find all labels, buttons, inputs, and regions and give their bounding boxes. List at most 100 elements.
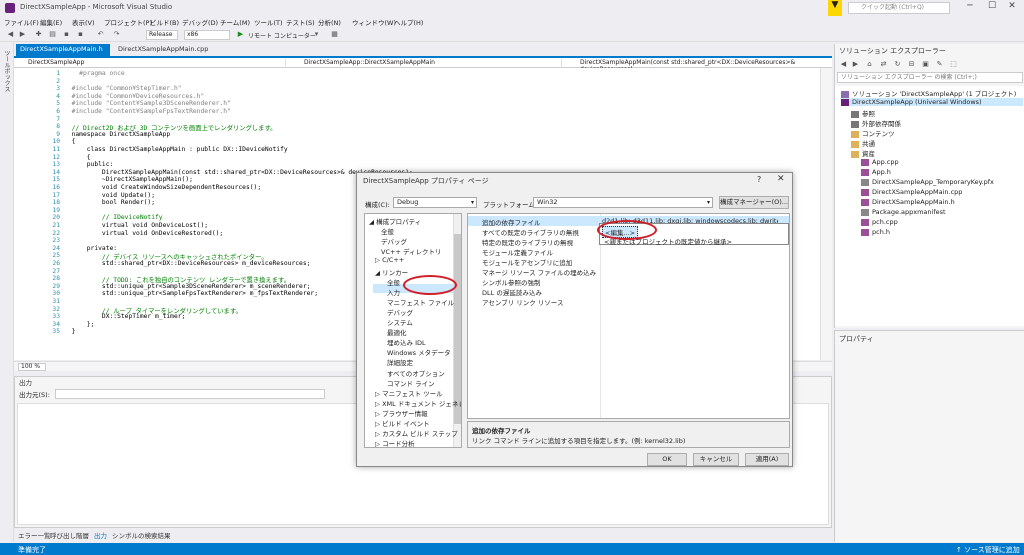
code-line[interactable]: public: — [64, 161, 114, 168]
tab-output[interactable]: 出力 — [94, 530, 107, 540]
property-row[interactable]: シンボル参照の強制 — [468, 276, 789, 287]
close-button[interactable]: ✕ — [998, 1, 1024, 15]
tree-item-file[interactable]: pch.cpp — [861, 218, 898, 226]
tree-item-common[interactable]: 共通 — [851, 138, 875, 148]
property-row[interactable]: アセンブリ リンク リソース — [468, 296, 789, 307]
property-tree-item[interactable]: ▷ カスタム ビルド ステップ — [375, 428, 458, 438]
dialog-close-button[interactable]: ✕ — [777, 174, 785, 184]
property-tree-item[interactable]: ▷ ビルド イベント — [375, 418, 430, 428]
solution-search-input[interactable]: ソリューション エクスプローラー の検索 (Ctrl+;) — [837, 72, 1023, 83]
menu-window[interactable]: ウィンドウ(W) — [352, 17, 396, 27]
code-line[interactable]: { — [64, 138, 76, 145]
tree-scroll-thumb[interactable] — [454, 234, 461, 424]
property-row[interactable]: モジュールをアセンブリに追加 — [468, 256, 789, 267]
code-line[interactable]: void CreateWindowSizeDependentResources(… — [64, 184, 261, 191]
property-tree-item[interactable]: ▷ コード分析 — [375, 438, 415, 447]
property-tree-item[interactable]: 全般 — [387, 277, 400, 287]
code-line[interactable]: std::shared_ptr<DX::DeviceResources> m_d… — [64, 260, 311, 267]
menu-help[interactable]: ヘルプ(H) — [394, 17, 423, 27]
nav-project[interactable]: DirectXSampleApp — [14, 59, 286, 68]
code-line[interactable]: }; — [64, 321, 95, 328]
platform-select[interactable]: x86 — [184, 30, 230, 40]
tree-item-file[interactable]: DirectXSampleAppMain.cpp — [861, 188, 962, 196]
property-tree-item[interactable]: ▷ マニフェスト ツール — [375, 388, 443, 398]
menu-edit[interactable]: 編集(E) — [40, 17, 62, 27]
open-icon[interactable]: ▤ — [48, 30, 57, 39]
property-row[interactable]: マネージ リソース ファイルの埋め込み — [468, 266, 789, 277]
code-line[interactable]: void Update(); — [64, 192, 155, 199]
new-project-icon[interactable]: ✚ — [34, 30, 43, 39]
start-debug-icon[interactable]: ▶ — [236, 30, 245, 39]
tree-item-external[interactable]: 外部依存関係 — [851, 118, 901, 128]
property-tree-item[interactable]: ▷ C/C++ — [375, 256, 404, 264]
property-tree-item[interactable]: ▷ XML ドキュメント ジェネレー — [375, 398, 461, 408]
property-tree-item[interactable]: デバッグ — [381, 236, 407, 246]
configuration-select[interactable]: Release — [146, 30, 178, 40]
property-tree-item[interactable]: マニフェスト ファイル — [387, 297, 454, 307]
property-tree-item[interactable]: 最適化 — [387, 327, 407, 337]
property-row[interactable]: モジュール定義ファイル — [468, 246, 789, 257]
property-tree-item[interactable]: 埋め込み IDL — [387, 337, 426, 347]
nav-member[interactable]: DirectXSampleAppMain(const std::shared_p… — [566, 59, 830, 73]
tree-item-file[interactable]: DirectXSampleApp_TemporaryKey.pfx — [861, 178, 994, 186]
save-all-icon[interactable]: ▪ — [76, 30, 85, 39]
tab-main-h[interactable]: DirectXSampleAppMain.h — [16, 44, 110, 56]
code-line[interactable]: #pragma once — [64, 70, 125, 77]
code-line[interactable]: std::unique_ptr<SampleFpsTextRenderer> m… — [64, 290, 318, 297]
property-tree-item[interactable]: システム — [387, 317, 413, 327]
tab-main-cpp[interactable]: DirectXSampleAppMain.cpp — [114, 44, 224, 56]
code-line[interactable]: std::unique_ptr<Sample3DSceneRenderer> m… — [64, 283, 311, 290]
tree-item-project[interactable]: DirectXSampleApp (Universal Windows) — [841, 98, 1023, 106]
toolbox-strip[interactable]: ツールボックス — [0, 42, 14, 542]
tab-error-list[interactable]: エラー一覧 — [18, 530, 51, 540]
dialog-help-button[interactable]: ? — [757, 175, 761, 184]
ok-button[interactable]: OK — [647, 453, 687, 466]
menu-analyze[interactable]: 分析(N) — [318, 17, 341, 27]
refresh-icon[interactable]: ↻ — [893, 60, 902, 69]
property-tree-item[interactable]: ◢ 構成プロパティ — [369, 216, 421, 226]
tab-call-hierarchy[interactable]: 呼び出し階層 — [50, 530, 89, 540]
menu-debug[interactable]: デバッグ(D) — [182, 17, 218, 27]
dropdown-icon[interactable]: ▾ — [312, 30, 321, 39]
filter-icon[interactable]: ▼ — [828, 0, 842, 16]
code-line[interactable]: virtual void OnDeviceLost(); — [64, 222, 208, 229]
back-icon[interactable]: ◀ — [839, 60, 848, 69]
debugger-target[interactable]: リモート コンピューター — [248, 31, 316, 40]
code-line[interactable]: } — [64, 328, 76, 335]
tree-item-file[interactable]: Package.appxmanifest — [861, 208, 946, 216]
property-tree-item[interactable]: ▷ ブラウザー情報 — [375, 408, 428, 418]
platform-select[interactable]: Win32 ▾ — [533, 197, 713, 208]
zoom-select[interactable]: 100 % — [18, 363, 46, 371]
code-line[interactable]: DX::StepTimer m_timer; — [64, 313, 185, 320]
property-tree-item[interactable]: 全般 — [381, 226, 394, 236]
property-row[interactable]: DLL の遅延読み込み — [468, 286, 789, 297]
code-line[interactable]: #include "Common¥DeviceResources.h" — [64, 93, 205, 100]
show-all-icon[interactable]: ▣ — [921, 60, 930, 69]
property-tree-item[interactable]: 入力 — [387, 287, 400, 297]
property-tree-item[interactable]: 詳細設定 — [387, 357, 413, 367]
toolbox-label[interactable]: ツールボックス — [2, 50, 11, 92]
toolbar-extra-icon[interactable]: ▦ — [330, 30, 339, 39]
code-line[interactable]: namespace DirectXSampleApp — [64, 131, 171, 138]
property-tree-item[interactable]: すべてのオプション — [387, 368, 445, 378]
menu-project[interactable]: プロジェクト(P) — [104, 17, 152, 27]
property-tree-item[interactable]: VC++ ディレクトリ — [381, 246, 442, 256]
menu-tools[interactable]: ツール(T) — [254, 17, 283, 27]
code-line[interactable]: private: — [64, 245, 117, 252]
code-line[interactable]: { — [64, 154, 91, 161]
cancel-button[interactable]: キャンセル — [693, 453, 739, 466]
properties-icon[interactable]: ✎ — [935, 60, 944, 69]
tree-item-file[interactable]: App.cpp — [861, 158, 899, 166]
menu-team[interactable]: チーム(M) — [220, 17, 250, 27]
menu-file[interactable]: ファイル(F) — [4, 17, 39, 27]
property-tree-item[interactable]: デバッグ — [387, 307, 413, 317]
tree-item-references[interactable]: 参照 — [851, 108, 875, 118]
editor-scrollbar[interactable] — [820, 68, 832, 360]
code-line[interactable]: virtual void OnDeviceRestored(); — [64, 230, 223, 237]
tree-item-file[interactable]: DirectXSampleAppMain.h — [861, 198, 955, 206]
collapse-icon[interactable]: ⊟ — [907, 60, 916, 69]
forward-icon[interactable]: ▶ — [18, 30, 27, 39]
config-manager-button[interactable]: 構成マネージャー(O)... — [719, 196, 789, 209]
nav-class[interactable]: DirectXSampleApp::DirectXSampleAppMain — [290, 59, 562, 68]
home-icon[interactable]: ⌂ — [865, 60, 874, 69]
